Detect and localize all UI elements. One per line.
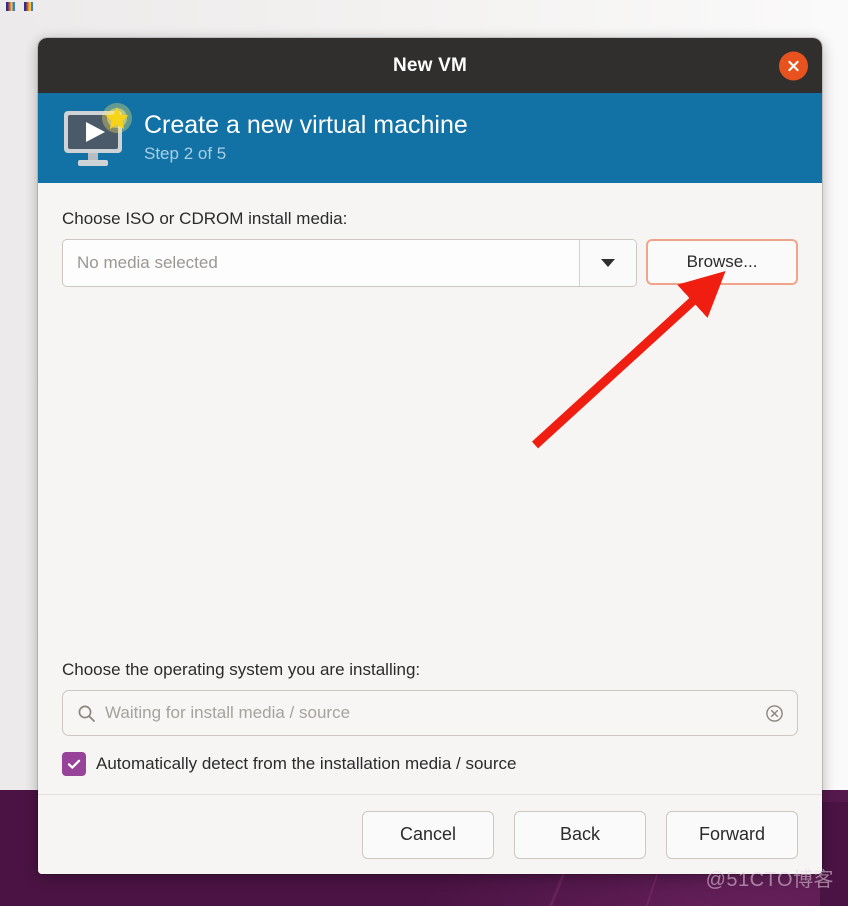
media-row: No media selected Browse...: [62, 239, 798, 287]
chevron-down-icon[interactable]: [579, 240, 636, 286]
new-vm-dialog: New VM Create a new virtual machine Step…: [38, 38, 822, 874]
autodetect-checkbox[interactable]: [62, 752, 86, 776]
search-glyph: [78, 705, 95, 722]
media-label: Choose ISO or CDROM install media:: [62, 209, 348, 228]
virtual-machine-icon: [60, 103, 136, 173]
titlebar: New VM: [38, 38, 822, 93]
screen-artifact: [6, 2, 15, 11]
os-search-field[interactable]: Waiting for install media / source: [62, 690, 798, 736]
window-title: New VM: [392, 54, 468, 76]
banner-title: Create a new virtual machine: [144, 110, 468, 139]
autodetect-row[interactable]: Automatically detect from the installati…: [62, 752, 798, 776]
dialog-footer: Cancel Back Forward: [38, 794, 822, 874]
cancel-button[interactable]: Cancel: [362, 810, 494, 859]
close-icon[interactable]: [779, 51, 808, 80]
banner-step: Step 2 of 5: [144, 144, 227, 164]
dialog-content: Choose ISO or CDROM install media: No me…: [38, 183, 822, 794]
autodetect-label: Automatically detect from the installati…: [96, 754, 517, 773]
browse-button[interactable]: Browse...: [646, 239, 798, 285]
back-button[interactable]: Back: [514, 810, 646, 859]
watermark: @51CTO博客: [705, 869, 834, 891]
virtual-machine-glyph: [64, 103, 132, 166]
dialog-banner: Create a new virtual machine Step 2 of 5: [38, 93, 822, 183]
close-glyph: [788, 60, 799, 71]
chevron-down-glyph: [601, 259, 615, 267]
forward-button[interactable]: Forward: [666, 810, 798, 859]
screen: New VM Create a new virtual machine Step…: [0, 0, 848, 906]
clear-icon[interactable]: [763, 704, 785, 723]
search-icon: [75, 704, 97, 723]
check-icon: [67, 759, 81, 769]
os-search-placeholder: Waiting for install media / source: [105, 703, 351, 722]
media-combobox[interactable]: No media selected: [62, 239, 637, 287]
media-combobox-value: No media selected: [77, 253, 218, 272]
clear-glyph: [765, 704, 783, 722]
screen-artifact: [24, 2, 33, 11]
os-label: Choose the operating system you are inst…: [62, 660, 421, 679]
